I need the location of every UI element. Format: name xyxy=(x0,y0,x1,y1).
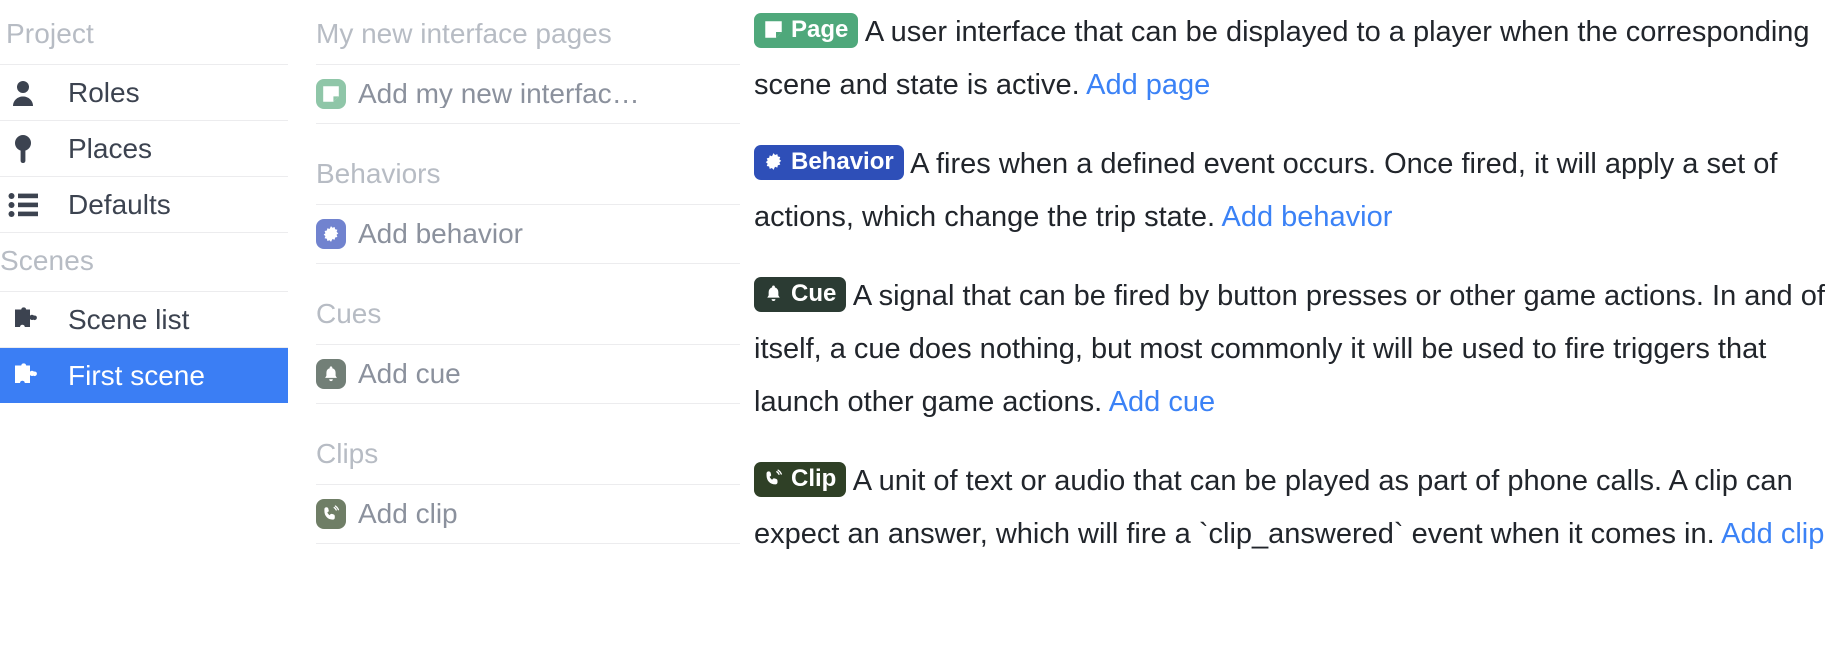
sidebar-item-label: Defaults xyxy=(68,188,171,220)
page-description: A user interface that can be displayed t… xyxy=(754,16,1810,101)
add-clip-label: Add clip xyxy=(358,500,458,528)
person-icon xyxy=(6,79,40,107)
group-title: Cues xyxy=(316,298,382,329)
sidebar-item-roles[interactable]: Roles xyxy=(0,64,288,120)
page-badge-label: Page xyxy=(791,15,849,43)
entry-clip: Clip A unit of text or audio that can be… xyxy=(754,455,1828,561)
group-title: Clips xyxy=(316,438,379,469)
add-behavior-link[interactable]: Add behavior xyxy=(1222,201,1393,233)
page-icon xyxy=(762,19,784,41)
phone-waves-icon xyxy=(316,499,346,529)
clip-badge: Clip xyxy=(754,461,847,497)
add-behavior-label: Add behavior xyxy=(358,220,524,248)
cue-badge-label: Cue xyxy=(791,279,837,307)
clip-badge-label: Clip xyxy=(791,464,837,492)
list-icon xyxy=(6,192,40,218)
map-pin-icon xyxy=(6,134,40,164)
sidebar-item-defaults[interactable]: Defaults xyxy=(0,176,288,232)
bell-icon xyxy=(762,283,784,305)
entry-cue: Cue A signal that can be fired by button… xyxy=(754,270,1828,429)
sidebar-item-places[interactable]: Places xyxy=(0,120,288,176)
add-page-label: Add my new interfac… xyxy=(358,80,640,108)
middle-column: My new interface pages Add my new interf… xyxy=(288,0,740,566)
sidebar-item-label: First scene xyxy=(68,359,205,391)
puzzle-piece-icon xyxy=(6,306,40,334)
entry-page: Page A user interface that can be displa… xyxy=(754,6,1828,112)
clip-description-after: event when it comes in. xyxy=(1411,518,1715,550)
sidebar-item-label: Places xyxy=(68,132,153,164)
right-panel: Page A user interface that can be displa… xyxy=(740,0,1848,587)
group-cues: Cues Add cue xyxy=(316,286,740,404)
add-cue-row[interactable]: Add cue xyxy=(316,344,740,404)
clip-event-code: `clip_answered` xyxy=(1198,518,1404,550)
sidebar-section-label-project: Project xyxy=(6,18,94,49)
add-clip-link[interactable]: Add clip xyxy=(1721,518,1824,550)
page-badge: Page xyxy=(754,12,859,48)
behavior-burst-icon xyxy=(762,151,784,173)
cue-badge: Cue xyxy=(754,276,847,312)
sidebar-item-scene-list[interactable]: Scene list xyxy=(0,291,288,347)
behavior-badge-label: Behavior xyxy=(791,147,894,175)
sidebar-section-label-scenes: Scenes xyxy=(0,245,94,276)
sidebar-item-label: Scene list xyxy=(68,303,190,335)
group-clips: Clips Add clip xyxy=(316,426,740,544)
sidebar-item-label: Roles xyxy=(68,76,140,108)
add-page-row[interactable]: Add my new interfac… xyxy=(316,64,740,124)
add-cue-link[interactable]: Add cue xyxy=(1109,386,1215,418)
app-root: Project Roles Places Defaults Scenes Sce… xyxy=(0,0,1848,668)
sidebar: Project Roles Places Defaults Scenes Sce… xyxy=(0,0,288,403)
puzzle-piece-icon xyxy=(6,362,40,390)
add-cue-label: Add cue xyxy=(358,360,461,388)
sidebar-item-first-scene[interactable]: First scene xyxy=(0,347,288,403)
phone-waves-icon xyxy=(762,468,784,490)
group-title: My new interface pages xyxy=(316,18,612,49)
behavior-badge: Behavior xyxy=(754,144,904,180)
behavior-burst-icon xyxy=(316,219,346,249)
entry-behavior: Behavior A fires when a defined event oc… xyxy=(754,138,1828,244)
sidebar-section-divider-scenes: Scenes xyxy=(0,232,288,291)
add-page-link[interactable]: Add page xyxy=(1086,69,1210,101)
cue-description: A signal that can be fired by button pre… xyxy=(754,280,1825,418)
page-icon xyxy=(316,79,346,109)
group-title: Behaviors xyxy=(316,158,441,189)
add-clip-row[interactable]: Add clip xyxy=(316,484,740,544)
bell-icon xyxy=(316,359,346,389)
group-pages: My new interface pages Add my new interf… xyxy=(316,6,740,124)
group-behaviors: Behaviors Add behavior xyxy=(316,146,740,264)
add-behavior-row[interactable]: Add behavior xyxy=(316,204,740,264)
